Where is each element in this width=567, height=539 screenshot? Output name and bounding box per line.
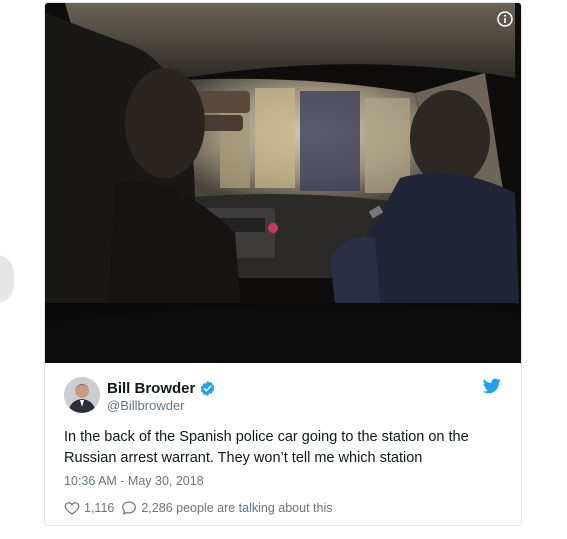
author-avatar[interactable] bbox=[64, 377, 100, 413]
author-handle[interactable]: @Billbrowder bbox=[107, 398, 185, 413]
embedded-tweet-card[interactable]: Bill Browder @Billbrowder In the back of… bbox=[44, 2, 522, 526]
heart-icon bbox=[64, 502, 80, 515]
info-icon[interactable] bbox=[497, 11, 513, 27]
carousel-prev-handle[interactable] bbox=[0, 255, 14, 303]
tweet-actions: 1,116 2,286 people are talking about thi… bbox=[64, 499, 332, 517]
twitter-bird-icon[interactable] bbox=[483, 378, 501, 394]
tweet-photo[interactable] bbox=[45, 3, 521, 363]
avatar-image bbox=[64, 377, 100, 413]
tweet-timestamp[interactable]: 10:36 AM - May 30, 2018 bbox=[64, 474, 204, 488]
tweet-text: In the back of the Spanish police car go… bbox=[64, 429, 469, 466]
like-count: 1,116 bbox=[84, 501, 115, 515]
talking-action[interactable]: 2,286 people are talking about this bbox=[121, 500, 332, 516]
police-car-interior-photo bbox=[45, 3, 521, 363]
speech-bubble-icon bbox=[122, 501, 137, 515]
verified-badge-icon bbox=[201, 380, 215, 396]
talking-count-text: 2,286 people are talking about this bbox=[141, 501, 333, 515]
author-display-name[interactable]: Bill Browder bbox=[107, 380, 195, 397]
author-name-row[interactable]: Bill Browder bbox=[107, 378, 216, 398]
like-action[interactable]: 1,116 bbox=[64, 500, 114, 516]
